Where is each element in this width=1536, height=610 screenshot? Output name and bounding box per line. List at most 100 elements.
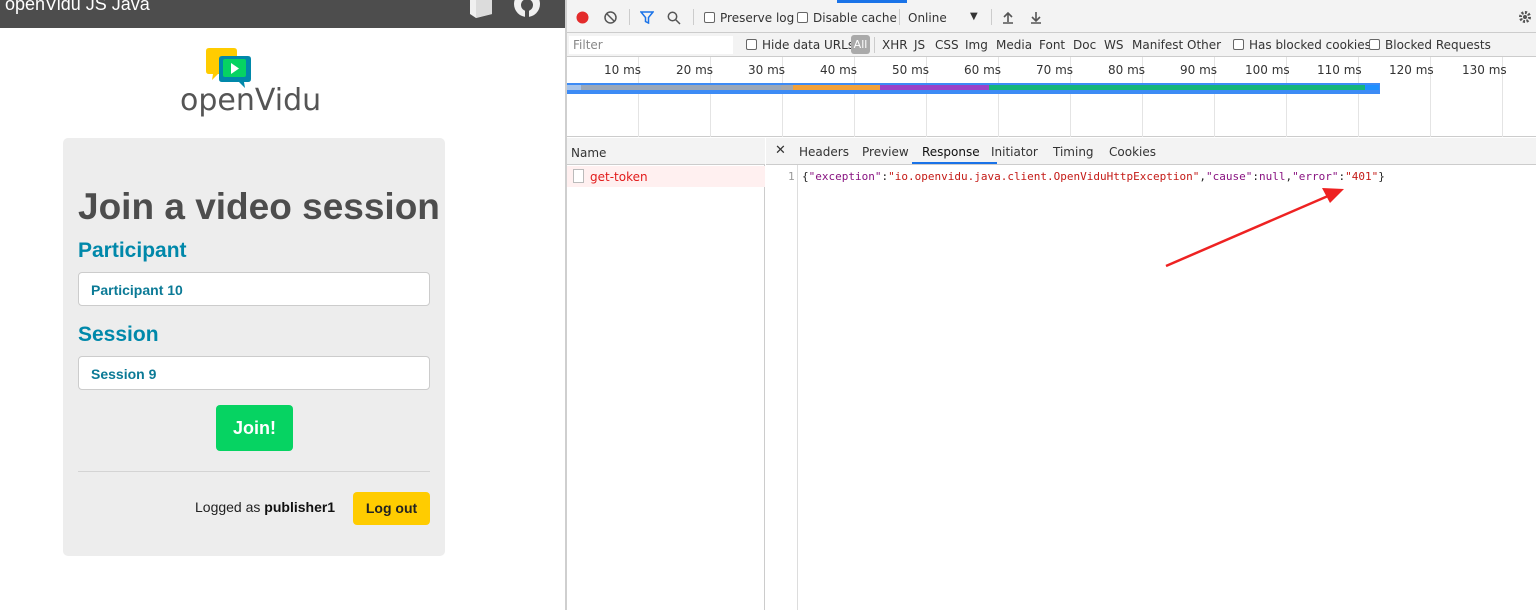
filter-type-img[interactable]: Img: [965, 38, 988, 52]
json-value-exception: "io.openvidu.java.client.OpenViduHttpExc…: [888, 170, 1200, 183]
filter-type-font[interactable]: Font: [1039, 38, 1065, 52]
preserve-log-label: Preserve log: [720, 11, 795, 25]
response-body[interactable]: {"exception":"io.openvidu.java.client.Op…: [802, 170, 1385, 183]
filter-bar: Filter Hide data URLs All XHR JS CSS Img…: [567, 33, 1536, 57]
json-key-error: "error": [1292, 170, 1339, 183]
session-input[interactable]: Session 9: [78, 356, 430, 390]
filter-type-js[interactable]: JS: [914, 38, 925, 52]
book-icon[interactable]: [466, 0, 496, 18]
filter-type-manifest[interactable]: Manifest: [1132, 38, 1183, 52]
search-icon[interactable]: [667, 11, 681, 25]
file-icon: [573, 169, 584, 183]
logout-button[interactable]: Log out: [353, 492, 430, 525]
tick-label: 130 ms: [1462, 63, 1507, 77]
filter-type-doc[interactable]: Doc: [1073, 38, 1096, 52]
has-blocked-cookies-checkbox[interactable]: Has blocked cookies: [1233, 38, 1371, 52]
filter-icon[interactable]: [640, 11, 654, 24]
clear-icon[interactable]: [604, 11, 617, 24]
openvidu-logo: openVidu: [180, 47, 330, 127]
tick-label: 70 ms: [1036, 63, 1074, 77]
active-tab-indicator: [912, 162, 997, 164]
participant-label: Participant: [78, 239, 187, 262]
bar-segment-ssl: [880, 85, 989, 90]
json-key-exception: "exception": [808, 170, 882, 183]
filter-all-button[interactable]: All: [851, 35, 870, 54]
close-icon[interactable]: ✕: [775, 143, 786, 158]
name-column-header[interactable]: Name: [567, 138, 765, 165]
checkbox-box[interactable]: [704, 12, 715, 23]
active-panel-indicator: [837, 0, 907, 3]
detail-tabs: ✕ Headers Preview Response Initiator Tim…: [766, 138, 1536, 165]
github-icon[interactable]: [512, 0, 542, 18]
network-overview-timeline[interactable]: 10 ms 20 ms 30 ms 40 ms 50 ms 60 ms 70 m…: [567, 57, 1536, 137]
checkbox-box[interactable]: [1233, 39, 1244, 50]
tick-label: 80 ms: [1108, 63, 1146, 77]
filter-type-other[interactable]: Other: [1187, 38, 1221, 52]
devtools-network-panel: Preserve log Disable cache Online ▼ Filte…: [567, 0, 1536, 610]
toolbar-separator: [899, 9, 900, 25]
filter-type-css[interactable]: CSS: [935, 38, 959, 52]
bar-segment-connect: [793, 85, 880, 90]
filter-type-xhr[interactable]: XHR: [882, 38, 908, 52]
logged-prefix: Logged as: [195, 499, 261, 515]
filter-type-ws[interactable]: WS: [1104, 38, 1123, 52]
tick-label: 30 ms: [748, 63, 786, 77]
json-key-cause: "cause": [1206, 170, 1253, 183]
bar-segment-queue: [567, 85, 581, 90]
checkbox-box[interactable]: [1369, 39, 1380, 50]
tick-label: 40 ms: [820, 63, 858, 77]
app-title[interactable]: openVidu JS Java: [5, 0, 150, 15]
hide-data-urls-label: Hide data URLs: [762, 38, 855, 52]
tab-timing[interactable]: Timing: [1053, 145, 1094, 159]
toolbar-separator: [991, 9, 992, 25]
disable-cache-checkbox[interactable]: Disable cache: [797, 11, 897, 25]
preserve-log-checkbox[interactable]: Preserve log: [704, 11, 794, 25]
bar-segment-stalled: [581, 85, 781, 90]
import-icon[interactable]: [1002, 11, 1014, 24]
join-card: Join a video session Participant Partici…: [63, 138, 445, 556]
has-blocked-cookies-label: Has blocked cookies: [1249, 38, 1371, 52]
gear-icon[interactable]: [1518, 10, 1532, 24]
blocked-requests-checkbox[interactable]: Blocked Requests: [1369, 38, 1491, 52]
throttle-select[interactable]: Online ▼: [908, 11, 978, 25]
request-name[interactable]: get-token: [590, 170, 648, 184]
openvidu-app: openVidu JS Java openVidu Join a video s…: [0, 0, 565, 610]
filter-separator: [874, 37, 875, 53]
request-row[interactable]: get-token: [567, 166, 765, 187]
json-value-cause: null: [1258, 170, 1286, 183]
tick-label: 110 ms: [1317, 63, 1362, 77]
record-icon[interactable]: [576, 11, 589, 24]
export-icon[interactable]: [1030, 11, 1042, 24]
app-navbar: openVidu JS Java: [0, 0, 565, 28]
tick-label: 100 ms: [1245, 63, 1290, 77]
tick-label: 50 ms: [892, 63, 930, 77]
chevron-down-icon: ▼: [970, 11, 978, 22]
tab-initiator[interactable]: Initiator: [991, 145, 1038, 159]
tick-label: 120 ms: [1389, 63, 1434, 77]
checkbox-box[interactable]: [797, 12, 808, 23]
bar-segment-download: [1365, 85, 1379, 90]
hide-data-urls-checkbox[interactable]: Hide data URLs: [746, 38, 854, 52]
participant-input[interactable]: Participant 10: [78, 272, 430, 306]
logged-user: publisher1: [264, 499, 336, 515]
tab-preview[interactable]: Preview: [862, 145, 909, 159]
tick-label: 60 ms: [964, 63, 1002, 77]
card-title: Join a video session: [78, 186, 440, 227]
disable-cache-label: Disable cache: [813, 11, 897, 25]
filter-type-media[interactable]: Media: [996, 38, 1032, 52]
line-gutter: [766, 165, 798, 610]
bar-segment-dns: [781, 85, 793, 90]
checkbox-box[interactable]: [746, 39, 757, 50]
network-toolbar: Preserve log Disable cache Online ▼: [567, 0, 1536, 33]
request-detail-pane: ✕ Headers Preview Response Initiator Tim…: [766, 138, 1536, 610]
join-button[interactable]: Join!: [216, 405, 293, 451]
tab-response[interactable]: Response: [922, 145, 980, 159]
tab-cookies[interactable]: Cookies: [1109, 145, 1156, 159]
filter-input[interactable]: Filter: [569, 36, 733, 54]
bar-segment-waiting: [989, 85, 1365, 90]
toolbar-separator: [629, 9, 630, 25]
logged-as-text: Logged as publisher1: [195, 499, 335, 515]
tab-headers[interactable]: Headers: [799, 145, 849, 159]
session-label: Session: [78, 323, 159, 346]
blocked-requests-label: Blocked Requests: [1385, 38, 1491, 52]
